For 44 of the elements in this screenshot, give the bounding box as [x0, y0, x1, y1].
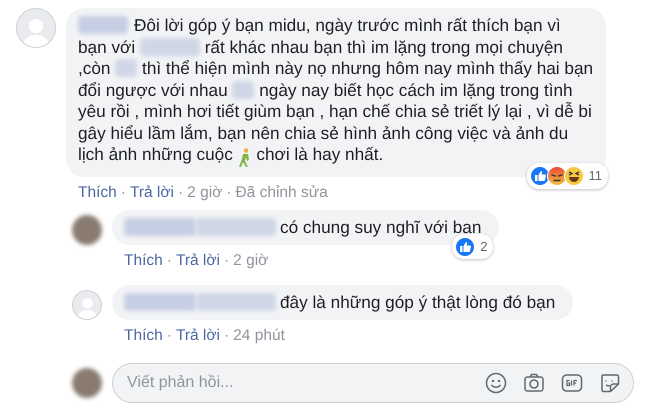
- blurred-name: [124, 292, 196, 310]
- comment-meta-text: 24 phút: [233, 327, 285, 344]
- separator-dot: ·: [178, 184, 184, 200]
- blurred-name: [78, 16, 128, 34]
- blurred-text: [232, 80, 254, 98]
- like-reaction-icon: [530, 166, 550, 186]
- avatar-photo-placeholder: [72, 368, 102, 398]
- sticker-icon[interactable]: [599, 372, 621, 394]
- haha-reaction-icon: [564, 166, 584, 186]
- comment-meta-text: 2 giờ: [233, 252, 268, 270]
- camera-icon[interactable]: [523, 372, 545, 394]
- comment-action-link[interactable]: Thích: [124, 252, 163, 270]
- angry-reaction-icon: [546, 166, 566, 186]
- avatar-silhouette-icon: [16, 8, 56, 48]
- blurred-text: [140, 38, 200, 56]
- separator-dot: ·: [166, 252, 172, 270]
- comment-action-link[interactable]: Trả lời: [176, 327, 220, 344]
- avatar-photo-placeholder: [72, 214, 102, 245]
- reaction-summary[interactable]: 11: [526, 163, 608, 188]
- separator-dot: ·: [224, 327, 230, 344]
- comment-text: đây là những góp ý thật lòng đó bạn: [280, 292, 556, 312]
- comment-meta-text: 2 giờ: [187, 184, 222, 200]
- comment-action-link[interactable]: Trả lời: [176, 252, 220, 270]
- separator-dot: ·: [226, 184, 232, 200]
- separator-dot: ·: [166, 327, 172, 344]
- like-reaction-icon: [455, 236, 476, 256]
- reply-box[interactable]: Viết phản hồi...: [112, 363, 634, 404]
- comment-action-link[interactable]: Thích: [78, 184, 117, 200]
- gif-icon[interactable]: [561, 372, 583, 394]
- comment-text: Đôi lời góp ý bạn midu, ngày trước mình rất thích bạn vì bạn với rất khác nhau bạn thì im lặng trong mọi chuyện ,còn thì thể hiện mình này nọ nhưng hôm nay mình thấy hai bạn đổi ngược với nhau ngày nay biết học cách im lặng trong tình yêu rồi , mình hơi tiết giùm bạn , hạn chế chia sẻ triết lý lại , vì dễ bi gây hiểu lầm lắm, bạn nên chia sẻ hình ảnh công việc và ảnh du lịch ảnh những cuộc chơi là hay nhất.: [78, 15, 594, 164]
- blurred-name: [124, 218, 196, 236]
- blurred-text: [115, 59, 138, 77]
- avatar-silhouette-icon: [72, 290, 102, 320]
- reaction-summary[interactable]: 2: [452, 234, 494, 260]
- separator-dot: ·: [120, 184, 126, 200]
- reaction-count: 11: [588, 167, 602, 185]
- reaction-count: 2: [480, 238, 488, 256]
- comment-meta-text: Đã chỉnh sửa: [235, 184, 328, 200]
- walking-person-icon: [238, 147, 252, 168]
- comment-action-link[interactable]: Thích: [124, 327, 163, 344]
- comment-action-link[interactable]: Trả lời: [130, 184, 174, 200]
- emoji-smiley-icon[interactable]: [485, 372, 507, 394]
- reply-input-field[interactable]: Viết phản hồi...: [125, 370, 485, 396]
- separator-dot: ·: [224, 252, 230, 270]
